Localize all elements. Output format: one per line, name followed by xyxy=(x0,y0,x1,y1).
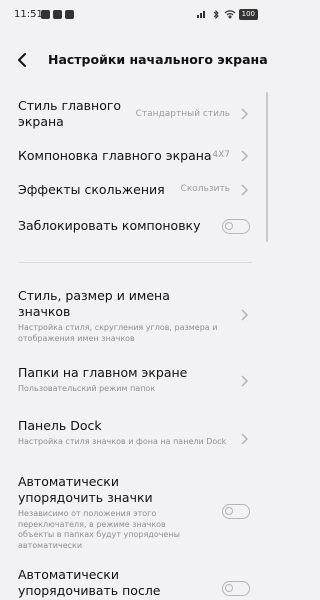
setting-label: Панель Dock xyxy=(18,418,102,433)
toggle-knob xyxy=(225,584,233,592)
setting-folders[interactable]: Папки на главном экране Пользовательский… xyxy=(18,365,252,399)
battery-icon: 100 xyxy=(238,9,258,20)
toggle-knob xyxy=(225,222,233,230)
system-icons: 100 xyxy=(196,9,258,20)
chevron-right-icon xyxy=(241,108,248,120)
notification-icon xyxy=(53,10,62,19)
setting-layout[interactable]: Компоновка главного экрана 4X7 xyxy=(18,148,252,166)
setting-label: Папки на главном экране xyxy=(18,365,188,380)
setting-dock[interactable]: Панель Dock Настройка стиля значков и фо… xyxy=(18,418,252,462)
toggle-knob xyxy=(225,507,233,515)
setting-lock-layout[interactable]: Заблокировать компоновку xyxy=(18,218,252,236)
section-divider xyxy=(18,262,252,263)
setting-scroll-effects[interactable]: Эффекты скольжения Скользить xyxy=(18,182,252,200)
setting-description: Настройка стиля, скругления углов, разме… xyxy=(18,323,218,343)
back-button[interactable] xyxy=(12,50,32,70)
notification-icon xyxy=(65,10,74,19)
setting-label: Автоматически упорядочивать после xyxy=(18,567,161,598)
bluetooth-icon xyxy=(213,10,219,19)
setting-auto-arrange-after[interactable]: Автоматически упорядочивать после xyxy=(18,567,252,600)
page-title: Настройки начального экрана xyxy=(48,52,268,67)
scrollbar[interactable] xyxy=(266,92,268,242)
setting-value: 4X7 xyxy=(212,150,230,160)
setting-value: Стандартный стиль xyxy=(135,109,230,119)
setting-home-style[interactable]: Стиль главного экрана Стандартный стиль xyxy=(18,98,252,132)
setting-description: Пользовательский режим папок xyxy=(18,384,156,393)
chevron-right-icon xyxy=(241,309,248,321)
setting-label: Заблокировать компоновку xyxy=(18,218,201,233)
chevron-right-icon xyxy=(241,184,248,196)
status-bar: 11:51 100 xyxy=(0,0,270,30)
setting-icon-style[interactable]: Стиль, размер и имена значков Настройка … xyxy=(18,288,252,344)
setting-description: Настройка стиля значков и фона на панели… xyxy=(18,437,227,446)
chevron-right-icon xyxy=(241,433,248,445)
auto-arrange-after-toggle[interactable] xyxy=(222,581,250,596)
setting-value: Скользить xyxy=(180,184,230,194)
signal-icon xyxy=(196,11,205,18)
back-arrow-icon xyxy=(18,53,26,67)
notification-icon xyxy=(41,10,50,19)
setting-description: Независимо от положения этого переключат… xyxy=(18,509,180,550)
wifi-icon xyxy=(224,10,236,19)
setting-label: Стиль главного экрана xyxy=(18,98,122,129)
setting-label: Автоматически упорядочить значки xyxy=(18,474,153,505)
status-time: 11:51 xyxy=(14,9,43,20)
chevron-right-icon xyxy=(241,375,248,387)
setting-label: Стиль, размер и имена значков xyxy=(18,288,170,319)
setting-auto-arrange[interactable]: Автоматически упорядочить значки Независ… xyxy=(18,474,252,552)
auto-arrange-toggle[interactable] xyxy=(222,504,250,519)
lock-layout-toggle[interactable] xyxy=(222,219,250,234)
notification-icons xyxy=(41,10,74,19)
chevron-right-icon xyxy=(241,150,248,162)
page-header: Настройки начального экрана xyxy=(0,44,270,76)
